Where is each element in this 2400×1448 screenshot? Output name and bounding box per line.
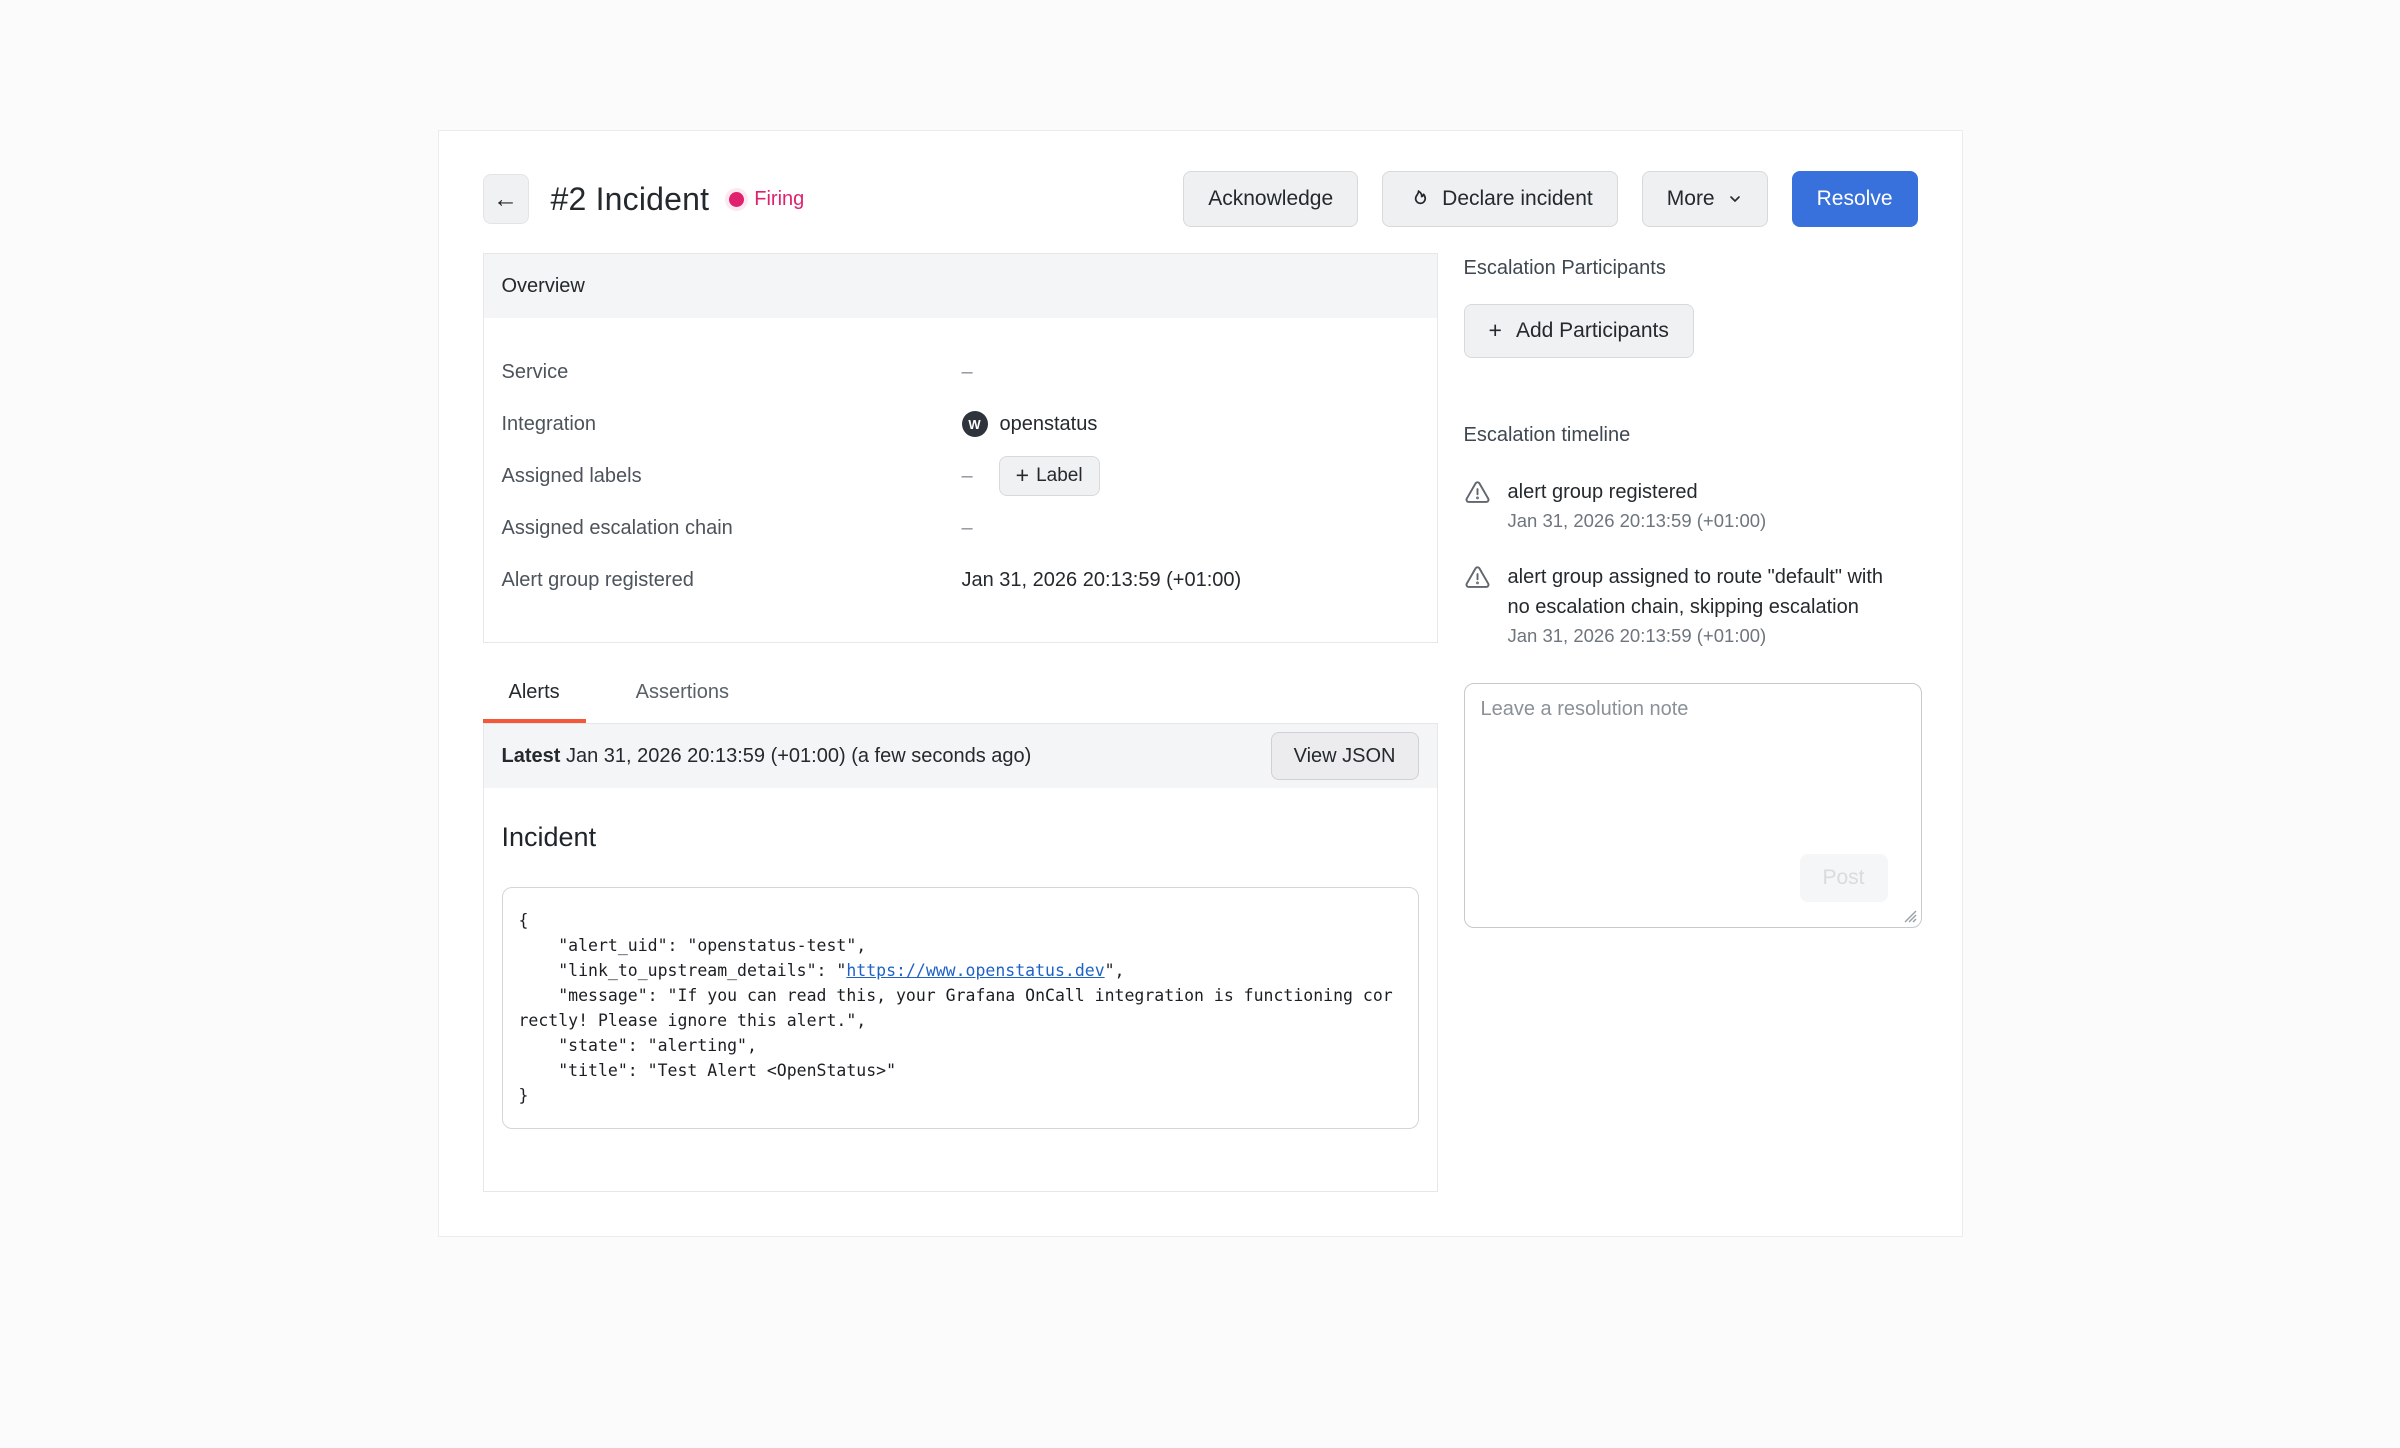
integration-name[interactable]: openstatus [1000,413,1098,436]
payload-before-link: { "alert_uid": "openstatus-test", "link_… [519,911,867,980]
timeline-event-content: alert group assigned to route "default" … [1508,562,1908,647]
escalation-chain-value: – [962,517,973,540]
header-left: ← #2 Incident Firing [483,174,805,224]
latest-timestamp: Jan 31, 2026 20:13:59 (+01:00) [560,745,851,767]
payload-after-link: ", "message": "If you can read this, you… [519,961,1393,1105]
declare-incident-button[interactable]: Declare incident [1382,171,1618,227]
upstream-details-link[interactable]: https://www.openstatus.dev [846,961,1104,980]
timeline-title: Escalation timeline [1464,424,1922,447]
alert-payload-json: { "alert_uid": "openstatus-test", "link_… [519,908,1402,1108]
escalation-sidebar: Escalation Participants + Add Participan… [1464,253,1922,1192]
assigned-labels-label: Assigned labels [502,465,962,488]
view-json-button[interactable]: View JSON [1271,732,1419,780]
incident-card: ← #2 Incident Firing Acknowledge Declare… [438,130,1963,1237]
incident-header: ← #2 Incident Firing Acknowledge Declare… [483,171,1918,227]
resize-handle[interactable] [1902,908,1917,923]
overview-row-registered: Alert group registered Jan 31, 2026 20:1… [502,554,1419,606]
back-arrow-icon: ← [493,185,518,214]
alert-tabs: Alerts Assertions [483,681,1438,723]
warning-triangle-icon [1464,562,1491,647]
participants-title: Escalation Participants [1464,257,1922,280]
plus-icon: + [1016,464,1029,487]
registered-value: Jan 31, 2026 20:13:59 (+01:00) [962,569,1242,592]
tab-alerts[interactable]: Alerts [483,681,586,723]
add-label-button[interactable]: + Label [999,456,1100,496]
timeline-event-time: Jan 31, 2026 20:13:59 (+01:00) [1508,510,1767,532]
integration-label: Integration [502,413,962,436]
timeline-event-time: Jan 31, 2026 20:13:59 (+01:00) [1508,625,1908,647]
timeline-event: alert group registered Jan 31, 2026 20:1… [1464,477,1922,532]
status-badge: Firing [729,188,804,211]
chevron-down-icon [1727,191,1743,207]
add-participants-button[interactable]: + Add Participants [1464,304,1694,358]
acknowledge-button[interactable]: Acknowledge [1183,171,1358,227]
overview-row-integration: Integration W openstatus [502,398,1419,450]
back-button[interactable]: ← [483,174,529,224]
timeline-event-text: alert group assigned to route "default" … [1508,562,1908,622]
main-column: Overview Service – Integration W opensta… [483,253,1438,1192]
resolve-button[interactable]: Resolve [1792,171,1918,227]
warning-triangle-icon [1464,477,1491,532]
declare-incident-label: Declare incident [1442,187,1593,211]
service-value: – [962,361,973,384]
integration-value: W openstatus [962,411,1098,437]
firing-dot-icon [729,192,744,207]
overview-row-escalation-chain: Assigned escalation chain – [502,502,1419,554]
page-title: #2 Incident [551,181,710,218]
service-label: Service [502,361,962,384]
escalation-chain-label: Assigned escalation chain [502,517,962,540]
alerts-panel: Latest Jan 31, 2026 20:13:59 (+01:00) (a… [483,723,1438,1192]
timeline-event-text: alert group registered [1508,477,1767,507]
status-badge-label: Firing [754,188,804,211]
latest-alert-bar: Latest Jan 31, 2026 20:13:59 (+01:00) (a… [484,724,1437,788]
assigned-labels-value: – [962,465,973,488]
timeline-event: alert group assigned to route "default" … [1464,562,1922,647]
latest-alert-text: Latest Jan 31, 2026 20:13:59 (+01:00) (a… [502,745,1032,768]
acknowledge-label: Acknowledge [1208,187,1333,211]
add-participants-label: Add Participants [1516,319,1669,343]
more-button[interactable]: More [1642,171,1768,227]
overview-row-assigned-labels: Assigned labels – + Label [502,450,1419,502]
latest-label: Latest [502,745,561,767]
overview-panel: Overview Service – Integration W opensta… [483,253,1438,643]
plus-icon: + [1489,319,1502,342]
resolve-label: Resolve [1817,187,1893,211]
tab-assertions[interactable]: Assertions [610,681,755,723]
fire-icon [1407,188,1430,211]
overview-title: Overview [502,275,585,298]
alert-payload-codeblock: { "alert_uid": "openstatus-test", "link_… [502,887,1419,1129]
timeline-event-content: alert group registered Jan 31, 2026 20:1… [1508,477,1767,532]
resolution-note-container: Post [1464,683,1922,928]
latest-relative-time: (a few seconds ago) [851,745,1031,767]
overview-panel-header: Overview [484,254,1437,318]
webhook-integration-icon: W [962,411,988,437]
post-note-button[interactable]: Post [1800,854,1888,902]
more-label: More [1667,187,1715,211]
incident-section-title: Incident [502,822,1419,853]
overview-row-service: Service – [502,346,1419,398]
add-label-text: Label [1036,465,1083,487]
registered-label: Alert group registered [502,569,962,592]
header-actions: Acknowledge Declare incident More [1183,171,1917,227]
